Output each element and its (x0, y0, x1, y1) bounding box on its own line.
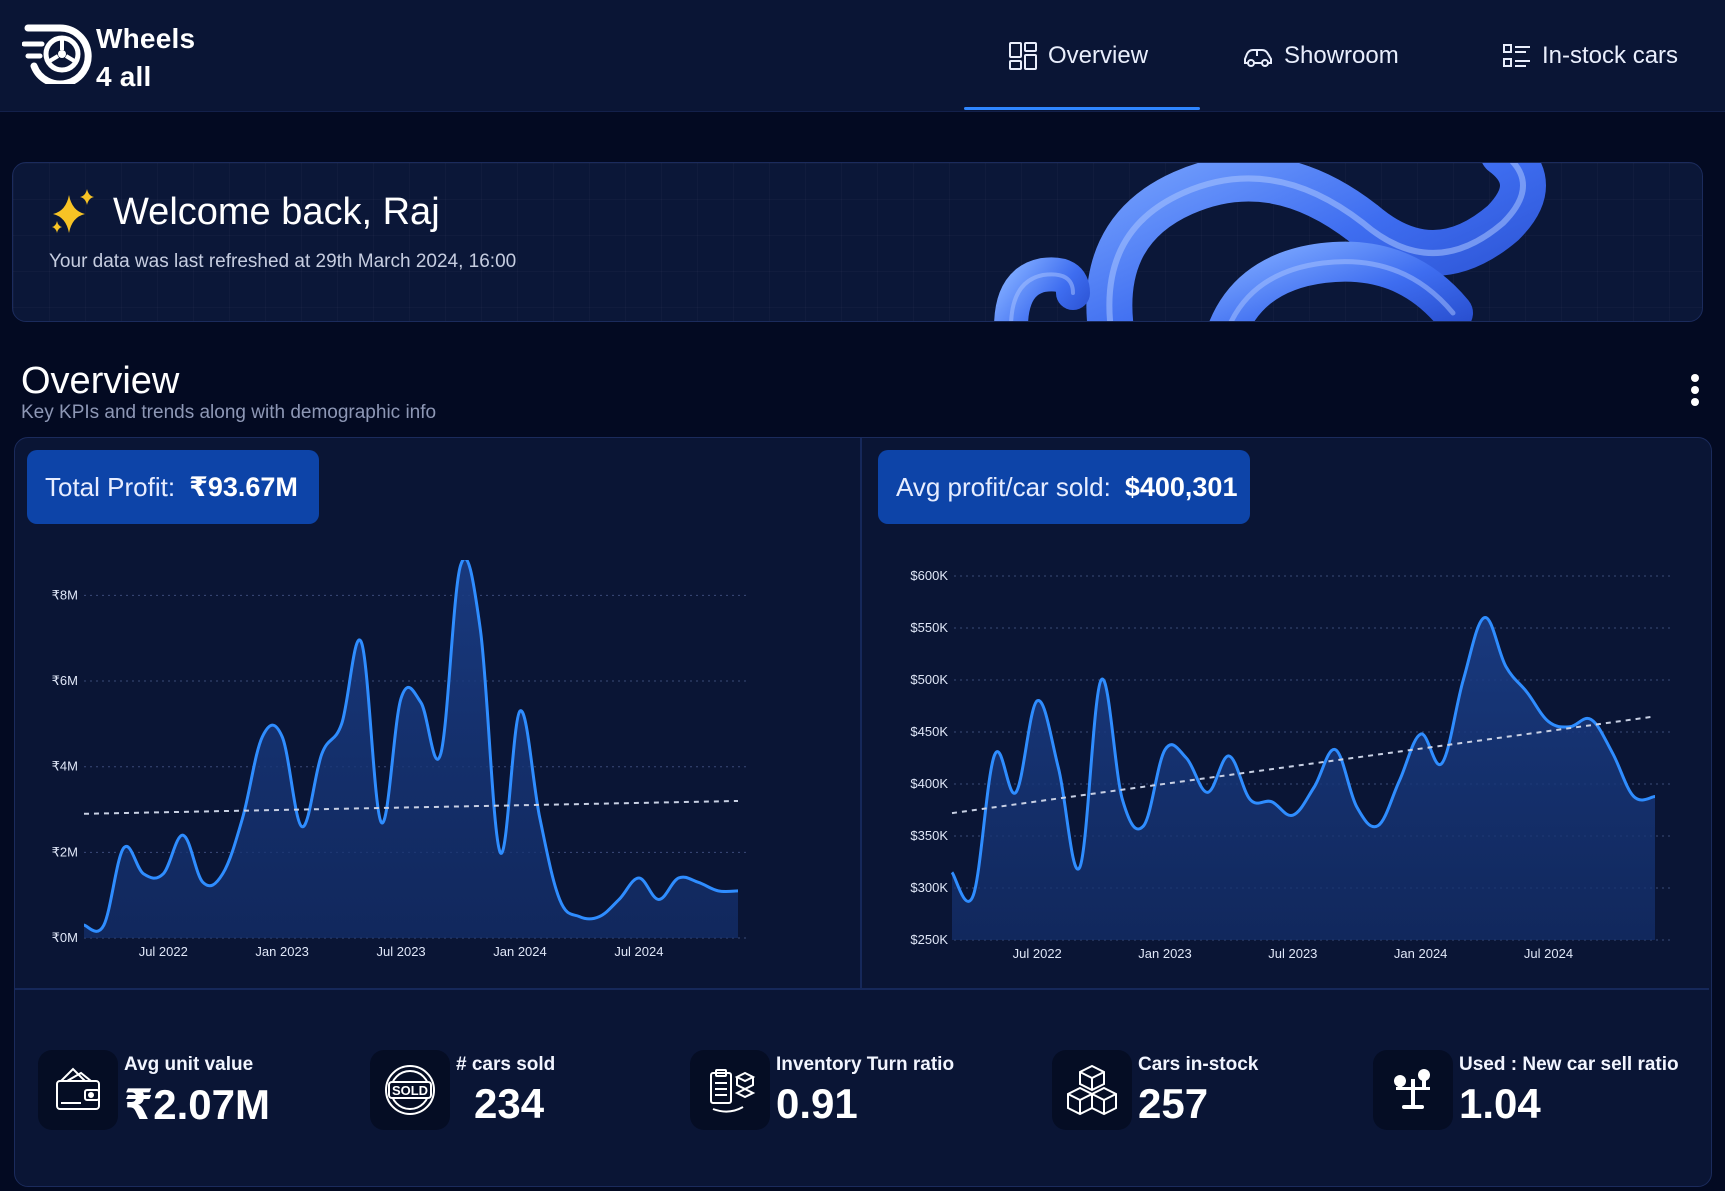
stat-label: Avg unit value (124, 1054, 254, 1075)
more-options-icon[interactable] (1686, 374, 1704, 412)
brand-line-2: 4 all (96, 61, 152, 92)
x-tick-label: Jan 2024 (493, 944, 547, 959)
sold-stamp-icon: SOLD (370, 1050, 450, 1130)
stat-label: Used : New car sell ratio (1459, 1054, 1679, 1075)
avg-profit-value: $400,301 (1124, 471, 1238, 502)
x-tick-label: Jul 2023 (377, 944, 426, 959)
stat-value: ₹2.07M (124, 1081, 270, 1128)
sparkles-icon (52, 189, 94, 233)
y-tick-label: $550K (910, 620, 948, 635)
stat-label: Cars in-stock (1138, 1054, 1259, 1075)
y-tick-label: ₹8M (52, 587, 78, 602)
brand-name: Wheels 4 all (96, 20, 195, 96)
stat-label: Inventory Turn ratio (776, 1054, 955, 1075)
y-tick-label: ₹4M (52, 759, 78, 774)
total-profit-chart: ₹0M ₹2M ₹4M ₹6M ₹8M Jul 2022 Jan 2023 Jul 2023 J… (52, 560, 750, 959)
x-tick-label: Jan 2023 (255, 944, 309, 959)
x-tick-label: Jul 2024 (1524, 946, 1573, 960)
total-profit-label: Total Profit: (45, 471, 176, 502)
brand-line-1: Wheels (96, 23, 196, 54)
car-icon (1244, 48, 1272, 67)
total-profit-badge: Total Profit: ₹93.67M (27, 450, 319, 524)
avg-profit-badge: Avg profit/car sold: $400,301 (878, 450, 1250, 524)
panel-divider-horizontal (15, 988, 1709, 990)
x-tick-label: Jul 2023 (1268, 946, 1317, 960)
wheel-logo-icon (22, 24, 92, 84)
nav-tab-showroom[interactable]: Showroom (1242, 0, 1399, 111)
list-icon (1503, 43, 1530, 67)
nav-tab-showroom-label: Showroom (1284, 41, 1399, 69)
x-tick-label: Jul 2022 (139, 944, 188, 959)
total-profit-value: ₹93.67M (189, 471, 298, 502)
top-navigation-bar: Wheels 4 all Overview Showroom In-stock … (0, 0, 1725, 112)
y-tick-label: ₹0M (52, 930, 78, 945)
avg-profit-label: Avg profit/car sold: (896, 471, 1111, 502)
x-tick-label: Jul 2024 (614, 944, 663, 959)
y-tick-label: $500K (910, 672, 948, 687)
svg-text:SOLD: SOLD (392, 1083, 428, 1098)
scale-icon (1373, 1050, 1453, 1130)
nav-tab-overview[interactable]: Overview (1008, 0, 1148, 111)
x-tick-label: Jul 2022 (1013, 946, 1062, 960)
nav-tab-in-stock-cars[interactable]: In-stock cars (1502, 0, 1678, 111)
boxes-icon (1052, 1050, 1132, 1130)
welcome-title: Welcome back, Raj (113, 191, 440, 233)
y-tick-label: ₹2M (52, 844, 78, 859)
stat-value: 1.04 (1459, 1080, 1541, 1127)
decorative-3d-shape (994, 163, 1546, 321)
y-tick-label: $300K (910, 880, 948, 895)
inventory-icon (690, 1050, 770, 1130)
x-tick-label: Jan 2024 (1394, 946, 1448, 960)
stat-value: 234 (474, 1080, 545, 1127)
y-tick-label: $400K (910, 776, 948, 791)
wallet-icon (38, 1050, 118, 1130)
y-tick-label: $600K (910, 568, 948, 583)
y-tick-label: $350K (910, 828, 948, 843)
panel-divider-vertical (860, 438, 862, 988)
active-tab-indicator (964, 107, 1200, 110)
stat-label: # cars sold (456, 1054, 556, 1075)
y-tick-label: $450K (910, 724, 948, 739)
last-refresh-text: Your data was last refreshed at 29th Mar… (49, 251, 517, 272)
welcome-banner: Welcome back, Raj Your data was last ref… (12, 162, 1703, 322)
y-tick-label: $250K (910, 932, 948, 947)
stat-value: 0.91 (776, 1080, 858, 1127)
dashboard-icon (1009, 41, 1037, 70)
nav-tab-overview-label: Overview (1048, 41, 1149, 69)
stat-value: 257 (1138, 1080, 1209, 1127)
series-area (84, 560, 738, 938)
nav-tab-in-stock-cars-label: In-stock cars (1542, 41, 1679, 69)
avg-profit-chart: $250K $300K $350K $400K $450K $500K $550K $600K… (910, 568, 1670, 960)
section-title: Overview (21, 360, 180, 402)
series-area (952, 617, 1655, 940)
y-tick-label: ₹6M (52, 673, 78, 688)
section-subtitle: Key KPIs and trends along with demograph… (21, 402, 437, 423)
x-tick-label: Jan 2023 (1138, 946, 1192, 960)
